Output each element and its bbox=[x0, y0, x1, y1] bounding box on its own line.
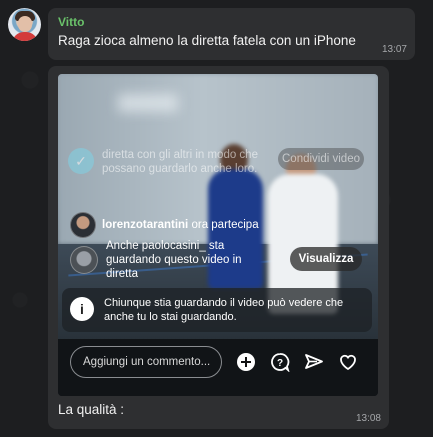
view-button: Visualizza bbox=[290, 247, 362, 271]
join-notice: lorenzotarantini ora partecipa bbox=[70, 212, 259, 238]
send-icon bbox=[303, 351, 325, 373]
info-notice: i Chiunque stia guardando il video può v… bbox=[62, 288, 372, 332]
watching-notice: Anche paolocasini_ sta guardando questo … bbox=[66, 237, 366, 283]
avatar bbox=[70, 246, 98, 274]
join-notice-text: lorenzotarantini ora partecipa bbox=[102, 219, 259, 231]
video-screenshot[interactable]: ✓ diretta con gli altri in modo che poss… bbox=[58, 74, 378, 396]
share-notice-text: diretta con gli altri in modo che possan… bbox=[102, 149, 258, 175]
message-text: Raga zioca almeno la diretta fatela con … bbox=[58, 33, 356, 48]
ceiling-light bbox=[118, 94, 178, 112]
add-icon bbox=[235, 351, 257, 373]
media-message-bubble[interactable]: ✓ diretta con gli altri in modo che poss… bbox=[48, 66, 389, 429]
join-label: ora partecipa bbox=[191, 219, 259, 231]
message-text: La qualità : bbox=[58, 402, 125, 417]
info-text: Chiunque stia guardando il video può ved… bbox=[104, 297, 344, 323]
question-icon: ? bbox=[269, 351, 291, 373]
message-time: 13:08 bbox=[355, 413, 381, 424]
sender-name[interactable]: Vitto bbox=[58, 15, 84, 29]
message-time: 13:07 bbox=[381, 44, 407, 55]
message-bubble[interactable]: Vitto Raga zioca almeno la diretta fatel… bbox=[48, 8, 415, 60]
avatar bbox=[70, 212, 96, 238]
avatar[interactable] bbox=[8, 8, 41, 41]
share-video-button: Condividi video bbox=[278, 148, 364, 170]
watching-text: Anche paolocasini_ sta guardando questo … bbox=[106, 240, 242, 280]
svg-text:?: ? bbox=[277, 358, 283, 369]
info-icon: i bbox=[70, 297, 94, 321]
heart-icon bbox=[337, 351, 359, 373]
share-notice: ✓ diretta con gli altri in modo che poss… bbox=[68, 148, 262, 176]
share-icon: ✓ bbox=[68, 148, 94, 174]
join-username: lorenzotarantini bbox=[102, 219, 189, 231]
comment-input: Aggiungi un commento... bbox=[70, 346, 222, 378]
